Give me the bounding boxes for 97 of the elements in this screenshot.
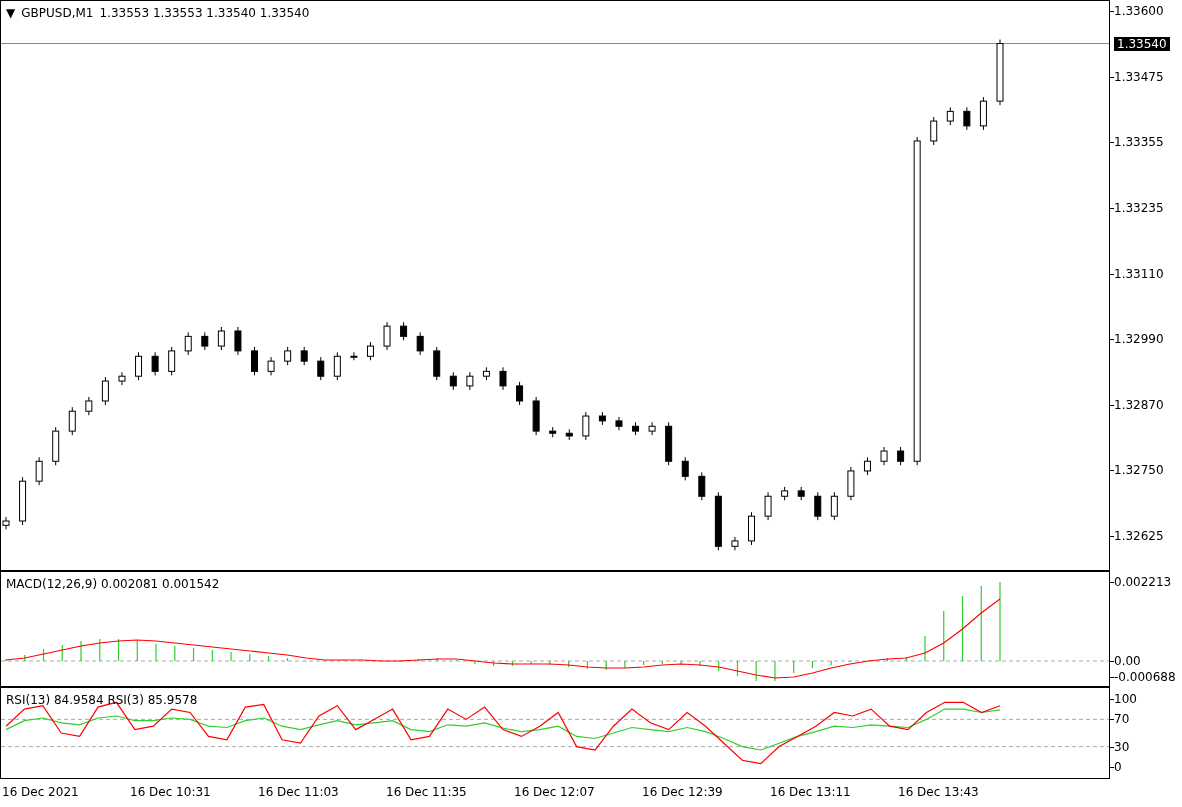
candlestick	[482, 366, 490, 381]
candlestick	[383, 321, 391, 351]
candlestick	[847, 466, 855, 501]
candlestick	[764, 491, 772, 521]
candlestick	[234, 326, 242, 356]
candlestick	[251, 346, 258, 376]
value-axis-label: 0.002213	[1114, 576, 1172, 588]
candlestick	[433, 346, 441, 381]
candlestick	[101, 376, 109, 406]
candlestick	[996, 39, 1004, 106]
axis-tick-label: 30	[1114, 740, 1130, 753]
candlestick	[151, 351, 159, 376]
histogram-bar	[811, 661, 814, 668]
candlestick	[135, 351, 143, 381]
time-label: 16 Dec 13:43	[898, 784, 980, 801]
candlestick	[598, 411, 606, 426]
candlestick	[930, 116, 938, 146]
candlestick	[267, 356, 275, 376]
candlestick	[284, 346, 292, 366]
time-label: 16 Dec 11:03	[258, 784, 340, 801]
histogram-bar	[192, 648, 195, 661]
candlestick	[466, 371, 474, 391]
candlestick	[118, 371, 126, 386]
price-axis-label: 1.32870	[1114, 398, 1164, 411]
candlestick	[880, 446, 888, 466]
axis-tick-label: 70	[1114, 713, 1130, 726]
ohlc-values: 1.33553 1.33553 1.33540 1.33540	[99, 5, 310, 22]
histogram-bar	[117, 639, 120, 661]
candlestick	[979, 96, 987, 131]
candlestick	[516, 381, 524, 406]
axis-tick-label: 0	[1114, 761, 1122, 774]
candlestick	[814, 491, 822, 521]
candlestick	[68, 406, 76, 436]
axis-tick-label: 100	[1114, 692, 1137, 705]
candlestick	[168, 346, 176, 376]
time-label: 16 Dec 10:31	[130, 784, 212, 801]
candlestick	[184, 331, 192, 356]
current-price-label: 1.33540	[1114, 36, 1170, 51]
candlestick	[201, 331, 209, 351]
candlestick	[52, 426, 60, 466]
price-axis-label: 1.33110	[1114, 267, 1164, 280]
time-label: 16 Dec 11:35	[386, 784, 468, 801]
candlestick	[897, 446, 905, 466]
candlestick	[797, 486, 805, 501]
candlestick	[416, 331, 424, 356]
candlestick	[946, 106, 954, 126]
candlestick	[863, 456, 871, 476]
price-axis-label: 1.32990	[1114, 333, 1164, 346]
candlestick	[19, 476, 27, 526]
histogram-bar	[961, 596, 964, 661]
candlestick	[632, 421, 640, 436]
candlestick	[532, 396, 540, 436]
candlestick	[317, 356, 325, 381]
candlestick	[582, 411, 590, 441]
candlestick	[565, 428, 573, 441]
candlestick	[549, 426, 557, 438]
histogram-bar	[736, 661, 739, 676]
candlestick	[85, 396, 93, 416]
candlestick	[781, 486, 789, 501]
candlestick	[731, 536, 739, 551]
candlestick	[714, 491, 722, 551]
candlestick	[350, 351, 358, 361]
time-label: 16 Dec 13:11	[770, 784, 852, 801]
price-axis-label: 1.33355	[1114, 136, 1164, 149]
candlestick	[35, 456, 43, 486]
histogram-bar	[267, 656, 270, 661]
candlestick	[648, 421, 656, 436]
candlestick	[217, 326, 225, 351]
candlestick	[748, 511, 755, 546]
price-axis-label: 1.32625	[1114, 530, 1164, 542]
candlestick	[333, 351, 341, 381]
candlestick	[400, 321, 408, 341]
price-axis-label: 1.32750	[1114, 464, 1164, 477]
indicator-label: MACD(12,26,9) 0.002081 0.001542	[6, 576, 220, 593]
price-axis-label: 1.33235	[1114, 201, 1164, 214]
candlestick	[366, 341, 374, 361]
symbol-label: GBPUSD,M1	[21, 5, 94, 22]
candlestick	[300, 346, 308, 366]
candlestick	[449, 371, 457, 391]
candlestick	[830, 491, 838, 521]
time-label: 16 Dec 2021	[2, 784, 80, 801]
candlestick	[963, 106, 971, 131]
price-axis-label: 1.33600	[1114, 5, 1164, 17]
time-label: 16 Dec 12:39	[642, 784, 724, 801]
price-axis-label: 1.33475	[1114, 70, 1164, 83]
candlestick	[499, 366, 507, 391]
value-axis-label: 0.00	[1114, 655, 1141, 667]
time-label: 16 Dec 12:07	[514, 784, 596, 801]
candlestick	[681, 456, 689, 481]
histogram-bar	[886, 658, 889, 661]
candlestick	[698, 471, 706, 501]
candlestick	[665, 421, 673, 466]
collapse-toggle[interactable]: ▼	[6, 4, 16, 22]
indicator-label: RSI(13) 84.9584 RSI(3) 85.9578	[6, 692, 198, 709]
candlestick	[615, 416, 623, 431]
histogram-bar	[42, 649, 45, 661]
value-axis-label: -0.000688	[1114, 671, 1176, 683]
